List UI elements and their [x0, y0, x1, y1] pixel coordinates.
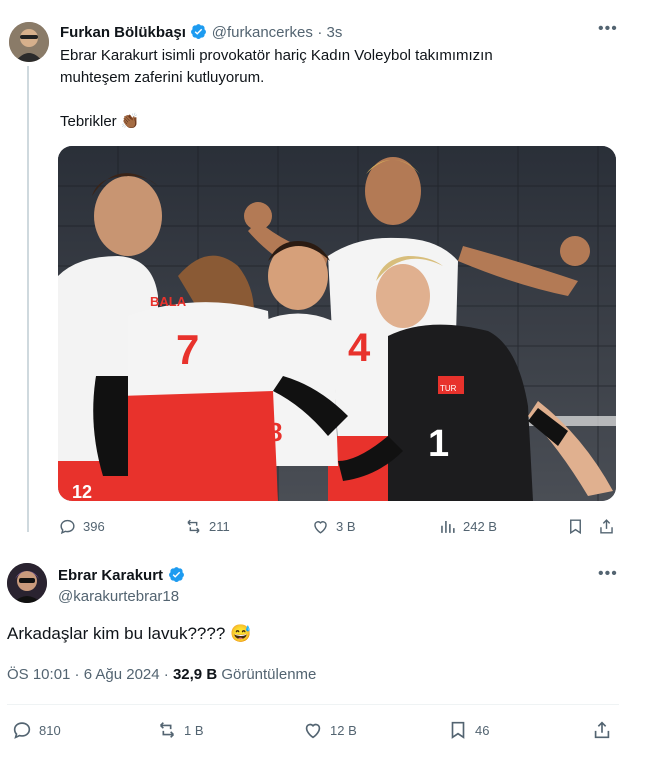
share-icon — [594, 721, 610, 739]
avatar-furkan[interactable] — [9, 22, 49, 62]
clap-emoji: 👏🏾 — [120, 113, 140, 130]
share-button[interactable] — [591, 719, 619, 741]
reply-count: 396 — [83, 519, 105, 534]
reply-icon — [13, 722, 31, 739]
share-icon — [600, 519, 613, 534]
tweet-timestamp: ÖS 10:01 · 6 Ağu 2024 · 32,9 B Görüntüle… — [7, 666, 316, 683]
jersey-name: BALA — [150, 294, 187, 309]
reply-icon — [60, 519, 75, 535]
bookmark-button[interactable] — [566, 517, 591, 536]
author-handle[interactable]: @furkancerkes — [212, 24, 313, 41]
divider — [7, 704, 619, 705]
reply-button[interactable]: 396 — [58, 517, 105, 536]
views-count: 242 B — [463, 519, 497, 534]
main-tweet-text: Arkadaşlar kim bu lavuk???? 😅 — [7, 624, 252, 643]
tweet-photo[interactable]: 12 4 8 7 BALA TUR 1 — [58, 146, 616, 501]
timestamp-text[interactable]: ÖS 10:01 · 6 Ağu 2024 · — [7, 666, 169, 683]
tweet-time[interactable]: · 3s — [317, 24, 342, 41]
author-name[interactable]: Furkan Bölükbaşı — [60, 24, 186, 41]
bookmark-button[interactable]: 46 — [447, 719, 489, 741]
tweet-text-line: muhteşem zaferini kutluyorum. — [60, 69, 265, 86]
main-tweet-author: Ebrar Karakurt — [58, 566, 185, 585]
view-label: Görüntülenme — [221, 666, 317, 683]
tweet-header: Furkan Bölükbaşı @furkancerkes · 3s — [60, 23, 342, 42]
heart-icon — [314, 521, 327, 534]
more-options-icon[interactable]: ••• — [598, 20, 618, 38]
bookmark-count: 46 — [475, 722, 490, 738]
jersey-number-4: 4 — [348, 326, 371, 370]
tweet-text: Ebrar Karakurt isimli provokatör hariç K… — [60, 45, 620, 133]
avatar-image — [9, 22, 49, 62]
heart-icon — [305, 723, 321, 739]
avatar-ebrar[interactable] — [7, 563, 47, 603]
sweat-smile-emoji: 😅 — [230, 624, 252, 643]
verified-badge-icon — [168, 567, 184, 582]
author-name[interactable]: Ebrar Karakurt — [58, 567, 163, 584]
bookmark-icon — [570, 519, 581, 535]
reply-count: 810 — [39, 722, 61, 738]
retweet-count: 1 B — [184, 722, 204, 738]
tweet-text-line: Tebrikler 👏🏾 — [60, 113, 140, 130]
share-button[interactable] — [597, 517, 622, 536]
retweet-button[interactable]: 1 B — [156, 719, 204, 741]
retweet-button[interactable]: 211 — [184, 517, 230, 536]
more-options-icon[interactable]: ••• — [598, 565, 618, 583]
view-count: 32,9 B — [172, 666, 218, 683]
views-button[interactable]: 242 B — [438, 517, 497, 536]
verified-badge-icon — [191, 24, 207, 39]
reply-button[interactable]: 810 — [11, 719, 61, 741]
volleyball-team-photo: 12 4 8 7 BALA TUR 1 — [58, 146, 616, 501]
jersey-number-12: 12 — [72, 482, 92, 501]
avatar-image — [7, 563, 47, 603]
views-icon — [441, 520, 455, 533]
author-handle[interactable]: @karakurtebrar18 — [58, 588, 179, 605]
thread-line — [27, 66, 29, 532]
retweet-icon — [187, 519, 200, 534]
tweet-text-line: Ebrar Karakurt isimli provokatör hariç K… — [60, 47, 493, 64]
like-count: 3 B — [336, 519, 356, 534]
flag-label: TUR — [440, 384, 457, 393]
like-button[interactable]: 12 B — [302, 719, 357, 741]
retweet-icon — [159, 722, 175, 738]
jersey-number-1: 1 — [428, 423, 449, 465]
bookmark-icon — [451, 721, 465, 739]
retweet-count: 211 — [209, 519, 230, 534]
like-count: 12 B — [330, 722, 357, 738]
jersey-number-7: 7 — [176, 326, 199, 373]
like-button[interactable]: 3 B — [311, 517, 356, 536]
